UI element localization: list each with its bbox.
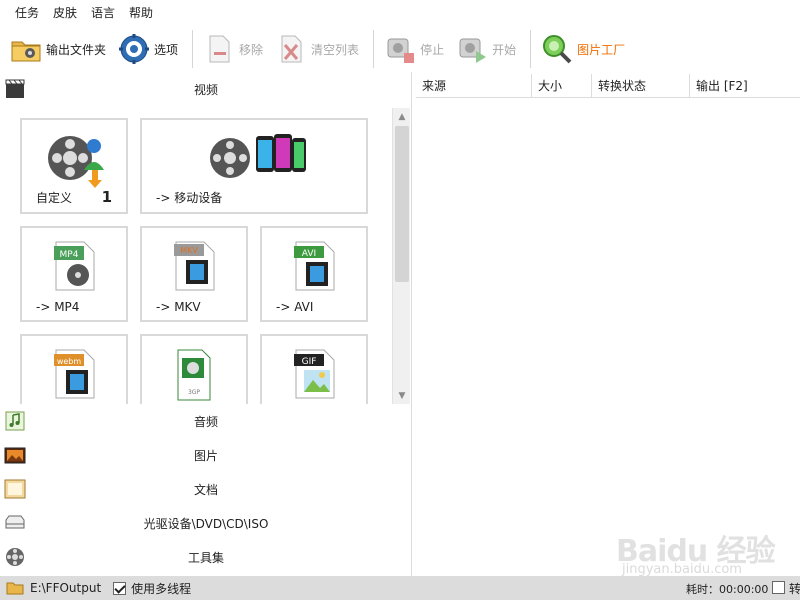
scroll-down-arrow-icon[interactable]: ▼ [393, 387, 411, 404]
output-folder-label: 输出文件夹 [46, 42, 107, 57]
multithread-label: 使用多线程 [131, 581, 192, 596]
tile-mobile-device[interactable]: -> 移动设备 [140, 118, 368, 214]
tile-avi-label: -> AVI [276, 300, 314, 314]
tile-avi[interactable]: AVI -> AVI [260, 226, 368, 322]
category-document-label: 文档 [193, 482, 218, 497]
menu-skin[interactable]: 皮肤 [46, 2, 84, 24]
svg-text:GIF: GIF [302, 357, 317, 367]
folder-icon [10, 33, 42, 65]
toolbar-separator [192, 30, 194, 68]
options-button[interactable]: 选项 [114, 29, 182, 69]
column-output[interactable]: 输出 [F2] [690, 74, 800, 98]
picture-factory-label: 图片工厂 [577, 42, 626, 57]
scroll-thumb[interactable] [395, 126, 409, 282]
category-optical-label: 光驱设备\DVD\CD\ISO [143, 516, 269, 531]
film-reel-person-icon [42, 128, 110, 193]
tile-gif[interactable]: GIF [260, 334, 368, 404]
menu-bar: 任务 皮肤 语言 帮助 [0, 0, 800, 26]
category-audio-label: 音频 [193, 414, 218, 429]
toolbar-separator [530, 30, 532, 68]
column-size[interactable]: 大小 [532, 74, 592, 98]
scroll-up-arrow-icon[interactable]: ▲ [393, 108, 411, 125]
column-source[interactable]: 来源 [416, 74, 532, 98]
tile-mp4-label: -> MP4 [36, 300, 80, 314]
menu-language[interactable]: 语言 [84, 2, 122, 24]
tile-mobile-label: -> 移动设备 [156, 191, 223, 205]
3gp-file-icon: 3GP [174, 348, 214, 404]
tile-3gp[interactable]: 3GP [140, 334, 248, 404]
svg-text:3GP: 3GP [188, 389, 200, 396]
status-bar: E:\FFOutput 使用多线程 耗时：00:00:00 转 [0, 576, 800, 600]
column-status[interactable]: 转换状态 [592, 74, 690, 98]
category-video-label: 视频 [193, 82, 218, 97]
multithread-checkbox[interactable] [113, 581, 127, 595]
options-label: 选项 [154, 42, 179, 57]
tile-mkv[interactable]: MKV -> MKV [140, 226, 248, 322]
start-label: 开始 [492, 42, 517, 57]
tile-mkv-label: -> MKV [156, 300, 201, 314]
start-icon [456, 33, 488, 65]
output-folder-icon[interactable] [6, 581, 24, 595]
task-list-panel: 来源 大小 转换状态 输出 [F2] [416, 72, 800, 576]
toolbar: 输出文件夹 选项 移除 清空列表 停止 开始 图片工厂 [0, 26, 800, 72]
stop-button[interactable]: 停止 [380, 29, 448, 69]
category-tools[interactable]: 工具集 [0, 540, 412, 574]
clear-list-icon [275, 33, 307, 65]
task-table-header: 来源 大小 转换状态 输出 [F2] [416, 74, 800, 98]
watermark: Baidu 经验 jingyan.baidu.com [614, 516, 800, 578]
optical-drive-icon [4, 512, 26, 534]
remove-button[interactable]: 移除 [199, 29, 267, 69]
tile-custom-label: 自定义 [36, 191, 73, 205]
gear-icon [118, 33, 150, 65]
mkv-file-icon: MKV [172, 238, 218, 295]
picture-factory-button[interactable]: 图片工厂 [537, 29, 629, 69]
video-format-grid: 自定义 1 -> 移动设备 MP4 -> MP4 MKV -> MKV AVI … [0, 106, 412, 404]
tile-mp4[interactable]: MP4 -> MP4 [20, 226, 128, 322]
tile-custom-count: 1 [101, 188, 112, 206]
svg-text:webm: webm [57, 357, 82, 366]
svg-text:MP4: MP4 [60, 250, 79, 260]
output-folder-button[interactable]: 输出文件夹 [6, 29, 110, 69]
category-document[interactable]: 文档 [0, 472, 412, 506]
category-picture[interactable]: 图片 [0, 438, 412, 472]
svg-text:AVI: AVI [302, 249, 316, 259]
webm-file-icon: webm [52, 346, 98, 403]
category-video[interactable]: 视频 [0, 72, 412, 106]
picture-icon [4, 444, 26, 466]
watermark-url: jingyan.baidu.com [622, 562, 742, 577]
trailing-label: 转 [789, 582, 800, 596]
mp4-file-icon: MP4 [52, 238, 98, 295]
gif-file-icon: GIF [292, 346, 338, 403]
shutdown-checkbox[interactable] [772, 581, 785, 594]
tile-custom[interactable]: 自定义 1 [20, 118, 128, 214]
stop-icon [384, 33, 416, 65]
music-note-icon [4, 410, 26, 432]
conversion-panel: 视频 自定义 1 -> 移动设备 MP4 -> MP4 MKV -> MKV A… [0, 72, 412, 576]
stop-label: 停止 [420, 42, 445, 57]
tile-webm[interactable]: webm [20, 334, 128, 404]
start-button[interactable]: 开始 [452, 29, 520, 69]
category-optical-drive[interactable]: 光驱设备\DVD\CD\ISO [0, 506, 412, 540]
tile-scrollbar[interactable]: ▲ ▼ [392, 108, 410, 404]
magnifier-icon [541, 33, 573, 65]
document-icon [4, 478, 26, 500]
document-remove-icon [203, 33, 235, 65]
mobile-devices-icon [208, 130, 308, 189]
clear-list-label: 清空列表 [311, 42, 360, 57]
remove-label: 移除 [239, 42, 264, 57]
avi-file-icon: AVI [292, 238, 338, 295]
menu-task[interactable]: 任务 [8, 2, 46, 24]
output-path[interactable]: E:\FFOutput [30, 581, 101, 595]
film-clapper-icon [4, 78, 26, 100]
category-audio[interactable]: 音频 [0, 404, 412, 438]
svg-text:MKV: MKV [180, 246, 198, 255]
category-tools-label: 工具集 [187, 550, 224, 565]
toolbar-separator [373, 30, 375, 68]
clear-list-button[interactable]: 清空列表 [271, 29, 363, 69]
menu-help[interactable]: 帮助 [122, 2, 160, 24]
elapsed-time: 耗时：00:00:00 [686, 583, 769, 596]
category-picture-label: 图片 [193, 448, 218, 463]
tools-reel-icon [4, 546, 26, 568]
